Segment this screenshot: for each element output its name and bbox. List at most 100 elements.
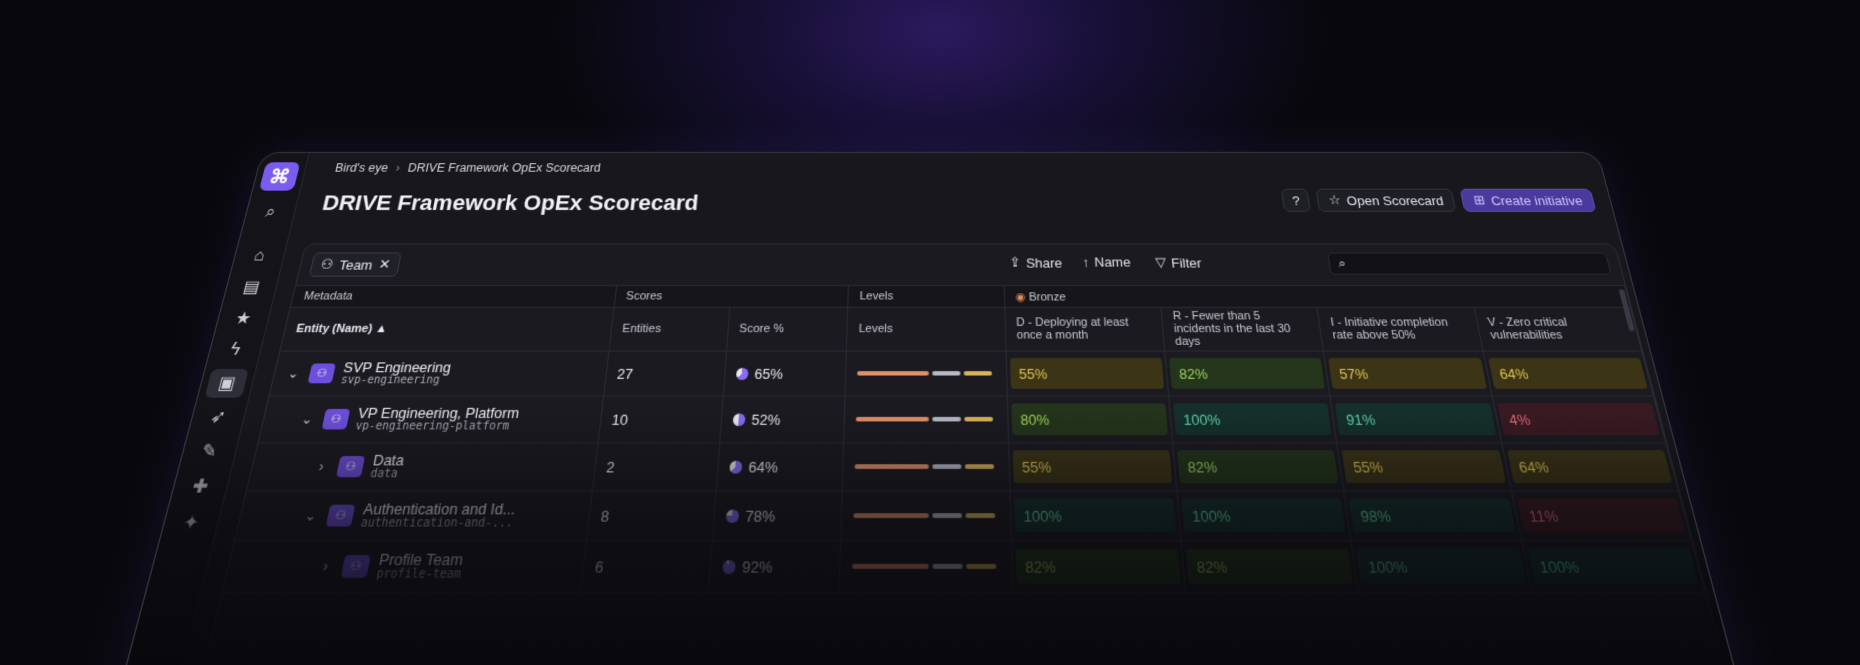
puzzle-icon[interactable]: ✚ xyxy=(177,471,223,502)
score-cell: 92% xyxy=(708,540,842,593)
rule-value: 55% xyxy=(1341,450,1506,484)
rule-value: 100% xyxy=(1181,498,1346,533)
rule-cell[interactable]: 100% xyxy=(1351,540,1532,593)
team-icon: ⚇ xyxy=(325,504,356,527)
close-icon[interactable]: ✕ xyxy=(377,256,392,272)
level-bar xyxy=(932,371,962,376)
score-donut-icon xyxy=(725,508,740,523)
col-levels[interactable]: Levels xyxy=(846,307,1006,351)
col-entities[interactable]: Entities xyxy=(608,307,730,351)
level-bar xyxy=(932,416,962,422)
wrench-icon[interactable]: ✎ xyxy=(186,436,232,466)
entity-name[interactable]: Profile Team xyxy=(378,549,465,568)
rule-cell[interactable]: 55% xyxy=(1008,442,1177,491)
entities-count: 27 xyxy=(603,350,727,397)
table-row[interactable]: ⌄ ⚇ SVP Engineering svp-engineering 27 65% 55%… xyxy=(269,350,1654,397)
rule-cell[interactable]: 80% xyxy=(1007,396,1173,443)
col-rule-d[interactable]: D - Deploying at least once a month xyxy=(1004,307,1165,351)
rule-cell[interactable]: 55% xyxy=(1336,442,1512,491)
rule-value: 82% xyxy=(1015,548,1181,585)
rule-cell[interactable]: 100% xyxy=(1168,396,1337,443)
col-entity[interactable]: Entity (Name) ▲ xyxy=(280,307,614,351)
group-by-chip[interactable]: ⚇ Team ✕ xyxy=(308,252,403,277)
col-score[interactable]: Score % xyxy=(726,307,849,351)
rule-cell[interactable]: 100% xyxy=(1009,490,1182,541)
level-bar xyxy=(966,513,996,519)
score-cell: 78% xyxy=(712,490,843,541)
group-scores: Scores xyxy=(613,285,849,308)
rule-cell[interactable]: 82% xyxy=(1164,350,1331,397)
rule-cell[interactable]: 82% xyxy=(1172,442,1344,491)
entities-count: 6 xyxy=(579,540,713,593)
create-initiative-button[interactable]: ⊞ Create initiative xyxy=(1460,188,1597,212)
table-row[interactable]: ⌄ ⚇ Authentication and Id... authentication… xyxy=(234,490,1692,541)
entity-cell: ⌄ ⚇ VP Engineering, Platform vp-engineering… xyxy=(258,396,604,443)
rule-cell[interactable]: 11% xyxy=(1511,490,1692,541)
rule-cell[interactable]: 100% xyxy=(1521,540,1705,593)
chevron-right-icon[interactable]: › xyxy=(312,458,331,474)
rule-cell[interactable]: 82% xyxy=(1011,540,1186,593)
score-value: 92% xyxy=(741,556,774,576)
scorecard-icon[interactable]: ▣ xyxy=(204,368,249,398)
entity: ⌄ ⚇ VP Engineering, Platform vp-engineering… xyxy=(272,404,591,433)
bronze-label: Bronze xyxy=(1028,290,1067,304)
share-button[interactable]: ⇪ Share xyxy=(1009,254,1062,270)
rule-cell[interactable]: 55% xyxy=(1005,350,1169,397)
group-bronze: ◉ Bronze xyxy=(1003,285,1631,308)
rule-cell[interactable]: 64% xyxy=(1501,442,1679,491)
plugin-icon[interactable]: ✦ xyxy=(167,507,214,539)
filter-button[interactable]: ▽ Filter xyxy=(1155,254,1202,270)
table-row[interactable]: › ⚇ Profile Team profile-team 6 92% 82% 82% 100%… xyxy=(222,540,1705,593)
bolt-icon[interactable]: ϟ xyxy=(213,336,257,364)
search-icon: ⌕ xyxy=(1337,255,1348,271)
star-icon[interactable]: ★ xyxy=(222,305,265,332)
score-value: 64% xyxy=(748,457,779,476)
col-rule-r[interactable]: R - Fewer than 5 incidents in the last 3… xyxy=(1160,307,1324,351)
open-scorecard-button[interactable]: ☆ Open Scorecard xyxy=(1315,188,1457,212)
book-icon[interactable]: ▤ xyxy=(230,274,273,301)
entity-slug: vp-engineering-platform xyxy=(354,419,511,433)
entity-name[interactable]: Authentication and Id... xyxy=(362,499,517,517)
rule-value: 82% xyxy=(1177,450,1339,484)
level-bar xyxy=(932,563,964,569)
level-bar xyxy=(932,464,963,469)
rule-cell[interactable]: 64% xyxy=(1482,350,1654,397)
col-rule-v[interactable]: V - Zero critical vulnerabilities xyxy=(1473,307,1642,351)
table-row[interactable]: ⌄ ⚇ VP Engineering, Platform vp-engineering… xyxy=(258,396,1666,443)
share-icon: ⇪ xyxy=(1009,254,1021,270)
rule-cell[interactable]: 57% xyxy=(1323,350,1492,397)
chevron-down-icon[interactable]: ⌄ xyxy=(298,411,317,427)
table-toolbar: ⚇ Team ✕ ⇪ Share ↑ Name ▽ Filter ⌕ xyxy=(296,244,1625,285)
help-button[interactable]: ? xyxy=(1281,188,1312,212)
rule-cell[interactable]: 100% xyxy=(1176,490,1352,541)
col-rule-i[interactable]: I - Initiative completion rate above 50% xyxy=(1317,307,1483,351)
entities-count: 8 xyxy=(586,490,716,541)
breadcrumb-parent[interactable]: Bird's eye xyxy=(334,161,390,174)
score-value: 65% xyxy=(754,365,784,382)
search-icon[interactable]: ⌕ xyxy=(250,200,291,225)
entity-slug: svp-engineering xyxy=(339,373,441,387)
main-content: Bird's eye › DRIVE Framework OpEx Scorecar… xyxy=(178,153,1737,665)
table-row[interactable]: › ⚇ Data data 2 64% 55% 82% 55% 64% xyxy=(246,442,1679,491)
rule-value: 55% xyxy=(1009,358,1165,389)
rule-cell[interactable]: 98% xyxy=(1343,490,1522,541)
search-input[interactable]: ⌕ xyxy=(1327,252,1612,275)
rule-cell[interactable]: 82% xyxy=(1181,540,1359,593)
rule-cell[interactable]: 4% xyxy=(1491,396,1666,443)
entity-name[interactable]: SVP Engineering xyxy=(342,359,452,375)
chevron-down-icon[interactable]: ⌄ xyxy=(301,507,321,524)
rule-value: 55% xyxy=(1012,450,1173,484)
home-icon[interactable]: ⌂ xyxy=(238,243,280,269)
sort-label: Name xyxy=(1093,254,1132,270)
rule-cell[interactable]: 91% xyxy=(1330,396,1502,443)
app-logo-icon[interactable]: ⌘ xyxy=(258,162,301,191)
entity-name[interactable]: Data xyxy=(372,451,406,469)
entity-slug: authentication-and-... xyxy=(359,516,514,530)
chevron-down-icon[interactable]: ⌄ xyxy=(284,366,303,381)
entity-name[interactable]: VP Engineering, Platform xyxy=(357,404,521,421)
rule-value: 11% xyxy=(1516,498,1686,533)
score-cell: 64% xyxy=(715,442,845,491)
rocket-icon[interactable]: ➶ xyxy=(196,402,241,432)
chevron-right-icon[interactable]: › xyxy=(316,558,336,576)
sort-button[interactable]: ↑ Name xyxy=(1082,254,1131,269)
